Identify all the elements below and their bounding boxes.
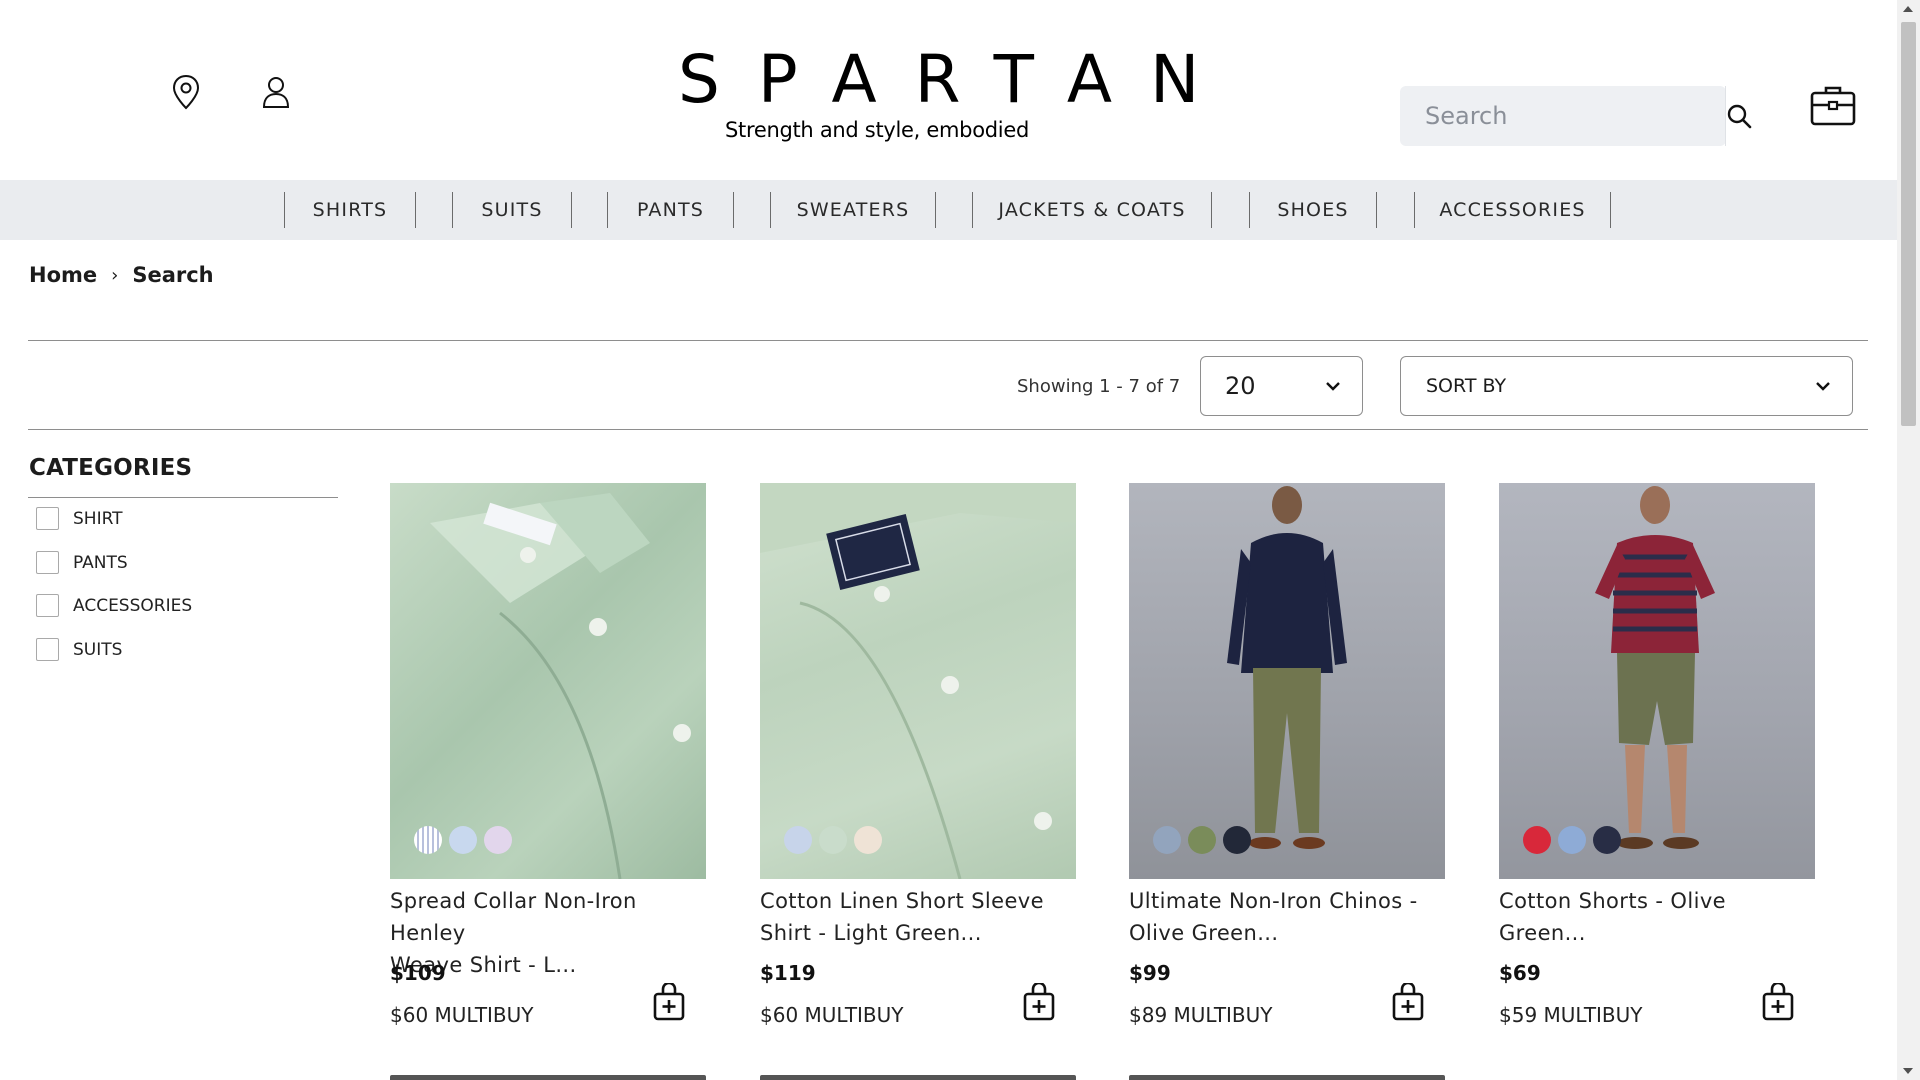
search-icon (1727, 104, 1752, 129)
categories-divider (28, 497, 338, 498)
color-swatch[interactable] (819, 826, 847, 854)
nav-shoes[interactable]: SHOES (1249, 192, 1377, 228)
product-card-next-row (760, 1075, 1076, 1080)
results-toolbar: Showing 1 - 7 of 7 20 SORT BY (28, 340, 1868, 430)
color-swatch[interactable] (449, 826, 477, 854)
search-button[interactable] (1725, 86, 1752, 146)
product-price: $99 (1129, 961, 1171, 985)
page-scrollbar[interactable] (1897, 0, 1920, 1080)
product-name-line: Shirt - Light Green... (760, 921, 982, 945)
color-swatch[interactable] (854, 826, 882, 854)
chevron-down-icon (1326, 382, 1340, 391)
brand-logo[interactable]: SPARTAN Strength and style, embodied (640, 40, 1238, 142)
color-swatches (1523, 826, 1621, 854)
color-swatch[interactable] (1188, 826, 1216, 854)
product-name-line: Cotton Linen Short Sleeve (760, 889, 1044, 913)
scroll-up-arrow[interactable] (1903, 6, 1913, 12)
main-nav: SHIRTS SUITS PANTS SWEATERS JACKETS & CO… (0, 180, 1897, 240)
breadcrumb-separator: › (111, 264, 119, 286)
category-label: PANTS (73, 552, 128, 573)
product-name[interactable]: Cotton Linen Short Sleeve Shirt - Light … (760, 885, 1076, 951)
category-pants[interactable]: PANTS (36, 551, 128, 574)
category-shirt[interactable]: SHIRT (36, 507, 123, 530)
color-swatch[interactable] (1153, 826, 1181, 854)
product-image[interactable] (1499, 483, 1815, 879)
nav-sweaters[interactable]: SWEATERS (770, 192, 936, 228)
category-label: SHIRT (73, 508, 123, 529)
category-label: SUITS (73, 639, 123, 660)
location-pin-icon[interactable] (166, 72, 206, 112)
category-label: ACCESSORIES (73, 595, 193, 616)
color-swatch[interactable] (414, 826, 442, 854)
bag-add-icon[interactable] (1022, 981, 1056, 1021)
nav-jackets-coats[interactable]: JACKETS & COATS (972, 192, 1212, 228)
color-swatches (784, 826, 882, 854)
color-swatch[interactable] (784, 826, 812, 854)
category-checkbox[interactable] (36, 507, 59, 530)
sort-by-label: SORT BY (1426, 375, 1507, 397)
category-suits[interactable]: SUITS (36, 638, 122, 661)
per-page-select[interactable]: 20 (1200, 356, 1363, 416)
product-image[interactable] (390, 483, 706, 879)
category-checkbox[interactable] (36, 551, 59, 574)
product-name-line: Spread Collar Non-Iron Henley (390, 889, 637, 945)
color-swatch[interactable] (1523, 826, 1551, 854)
sort-by-select[interactable]: SORT BY (1400, 356, 1853, 416)
bag-add-icon[interactable] (1761, 981, 1795, 1021)
brand-name: SPARTAN (678, 41, 1238, 118)
product-card-next-row (1129, 1075, 1445, 1080)
color-swatch[interactable] (1558, 826, 1586, 854)
nav-pants[interactable]: PANTS (607, 192, 734, 228)
product-image[interactable] (760, 483, 1076, 879)
color-swatch[interactable] (1223, 826, 1251, 854)
search-box (1400, 86, 1752, 146)
brand-tagline: Strength and style, embodied (725, 118, 1029, 142)
scroll-down-arrow[interactable] (1903, 1068, 1913, 1074)
per-page-value: 20 (1225, 372, 1256, 400)
product-image[interactable] (1129, 483, 1445, 879)
nav-shirts[interactable]: SHIRTS (284, 192, 416, 228)
bag-add-icon[interactable] (1391, 981, 1425, 1021)
color-swatches (1153, 826, 1251, 854)
product-card-next-row (390, 1075, 706, 1080)
product-name[interactable]: Cotton Shorts - Olive Green... (1499, 885, 1815, 951)
product-card: Cotton Shorts - Olive Green... $69 $59 M… (1499, 483, 1815, 1027)
color-swatches (414, 826, 512, 854)
category-accessories[interactable]: ACCESSORIES (36, 594, 192, 617)
product-card: Spread Collar Non-Iron Henley Weave Shir… (390, 483, 706, 1027)
product-name-line: Olive Green... (1129, 921, 1279, 945)
product-card: Ultimate Non-Iron Chinos - Olive Green..… (1129, 483, 1445, 1027)
categories-title: CATEGORIES (29, 455, 193, 481)
color-swatch[interactable] (1593, 826, 1621, 854)
category-checkbox[interactable] (36, 594, 59, 617)
breadcrumb-home[interactable]: Home (29, 263, 97, 287)
search-input[interactable] (1400, 86, 1725, 146)
color-swatch[interactable] (484, 826, 512, 854)
product-name-line: Ultimate Non-Iron Chinos - (1129, 889, 1418, 913)
breadcrumb-current: Search (132, 263, 214, 287)
category-checkbox[interactable] (36, 638, 59, 661)
breadcrumb: Home › Search (29, 263, 214, 287)
results-count: Showing 1 - 7 of 7 (1017, 376, 1181, 397)
product-name[interactable]: Spread Collar Non-Iron Henley Weave Shir… (390, 885, 706, 977)
scroll-thumb[interactable] (1901, 22, 1916, 426)
site-header: SPARTAN Strength and style, embodied (0, 0, 1897, 180)
product-price: $69 (1499, 961, 1541, 985)
bag-add-icon[interactable] (652, 981, 686, 1021)
briefcase-cart-icon[interactable] (1810, 84, 1856, 126)
chevron-down-icon (1816, 382, 1830, 391)
user-icon[interactable] (256, 72, 296, 112)
product-name[interactable]: Ultimate Non-Iron Chinos - Olive Green..… (1129, 885, 1445, 951)
nav-accessories[interactable]: ACCESSORIES (1414, 192, 1611, 228)
nav-suits[interactable]: SUITS (452, 192, 572, 228)
product-price: $119 (760, 961, 816, 985)
product-name-line: Cotton Shorts - Olive Green... (1499, 889, 1726, 945)
product-card: Cotton Linen Short Sleeve Shirt - Light … (760, 483, 1076, 1027)
